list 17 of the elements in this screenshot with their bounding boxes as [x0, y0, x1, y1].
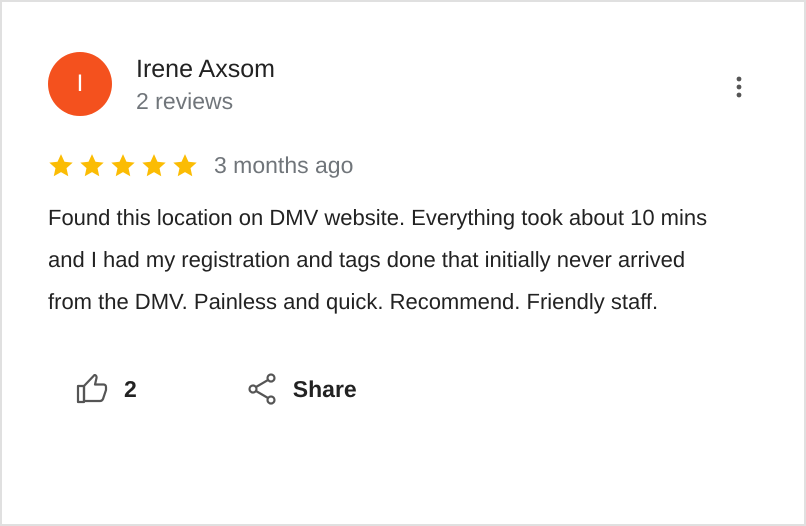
star-icon	[48, 153, 74, 178]
star-icon	[79, 153, 105, 178]
avatar: I	[48, 52, 112, 116]
star-icon	[110, 153, 136, 178]
review-text: Found this location on DMV website. Everything took about 10 mins and I had my registration and tags done that initially never arrived from the DMV. Painless and quick. Recommend. Friendly staff.	[48, 204, 708, 316]
share-label: Share	[292, 376, 357, 402]
more-options-icon[interactable]	[736, 76, 742, 98]
star-icon	[141, 153, 167, 178]
share-icon	[246, 373, 277, 405]
like-button[interactable]: 2	[76, 373, 137, 405]
thumbs-up-icon	[76, 374, 108, 404]
star-icon	[172, 153, 198, 178]
author-name[interactable]: Irene Axsom	[136, 52, 736, 86]
like-count: 2	[124, 376, 137, 402]
review-count: 2 reviews	[136, 87, 234, 116]
review-time: 3 months ago	[214, 152, 354, 179]
share-button[interactable]: Share	[246, 373, 357, 405]
